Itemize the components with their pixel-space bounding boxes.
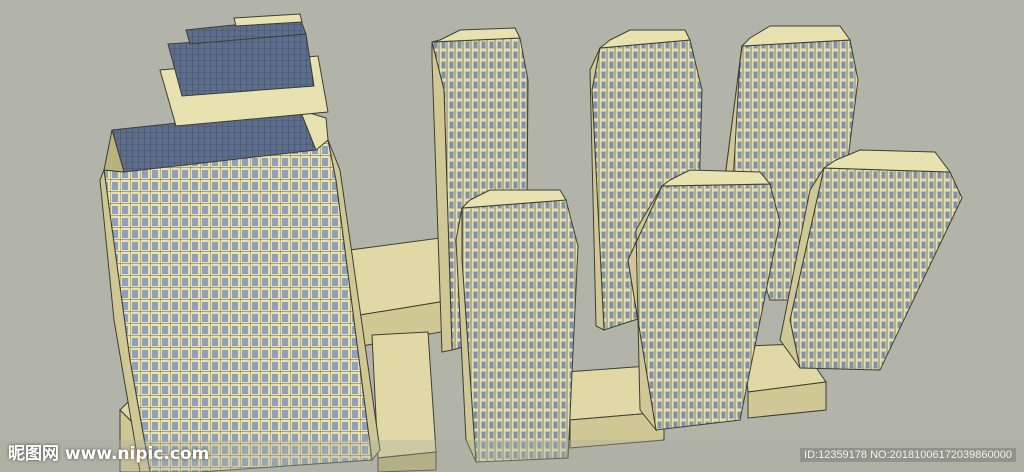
tower-left-office bbox=[99, 13, 381, 472]
watermark-left: 昵图网 www.nipic.com bbox=[8, 444, 210, 464]
architecture-render bbox=[0, 13, 1024, 472]
watermark-right: ID:12359178 NO:20181006172039860000 bbox=[800, 448, 1016, 462]
tower-front-center bbox=[455, 189, 579, 463]
